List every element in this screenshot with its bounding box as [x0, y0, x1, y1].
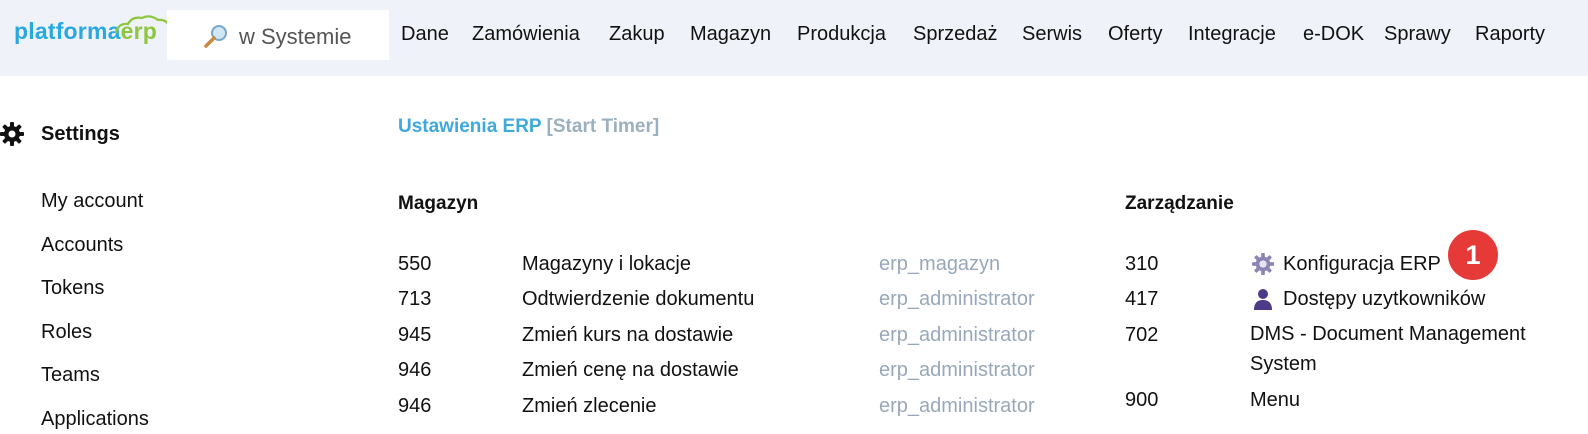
zarzadzanie-code: 900 — [1125, 389, 1159, 411]
magazyn-code: 945 — [398, 324, 432, 346]
nav-item-magazyn[interactable]: Magazyn — [690, 23, 771, 46]
magazyn-role: erp_administrator — [879, 324, 1035, 346]
sidebar-title: Settings — [41, 123, 120, 145]
sidebar-item-accounts[interactable]: Accounts — [41, 234, 123, 257]
nav-item-serwis[interactable]: Serwis — [1022, 23, 1082, 46]
magazyn-role: erp_administrator — [879, 395, 1035, 417]
gear-icon — [0, 122, 24, 151]
nav-item-zamowienia[interactable]: Zamówienia — [472, 23, 580, 46]
magazyn-code: 946 — [398, 395, 432, 417]
section-title-magazyn: Magazyn — [398, 193, 479, 214]
magazyn-role: erp_magazyn — [879, 253, 1001, 275]
search-placeholder: w Systemie — [239, 24, 352, 49]
nav-item-sprzedaz[interactable]: Sprzedaż — [913, 23, 998, 46]
magazyn-code: 550 — [398, 253, 432, 275]
magazyn-link[interactable]: Odtwierdzenie dokumentu — [522, 288, 754, 311]
sidebar-item-tokens[interactable]: Tokens — [41, 277, 104, 300]
nav-item-integracje[interactable]: Integracje — [1188, 23, 1276, 46]
magazyn-link[interactable]: Zmień zlecenie — [522, 395, 657, 418]
top-bar: platformaerp w Systemie Dane Zamówienia … — [0, 0, 1588, 76]
user-icon — [1252, 288, 1274, 315]
magnifier-icon — [203, 24, 229, 53]
step-badge: 1 — [1448, 230, 1498, 280]
magazyn-code: 713 — [398, 288, 432, 310]
nav-item-dane[interactable]: Dane — [401, 23, 449, 46]
zarzadzanie-code: 417 — [1125, 288, 1159, 310]
nav-item-raporty[interactable]: Raporty — [1475, 23, 1545, 46]
magazyn-link[interactable]: Zmień cenę na dostawie — [522, 359, 739, 382]
page-heading: Ustawienia ERP [Start Timer] — [398, 116, 659, 138]
nav-item-oferty[interactable]: Oferty — [1108, 23, 1162, 46]
sidebar-item-applications[interactable]: Applications — [41, 408, 149, 431]
cloud-icon — [114, 15, 172, 34]
nav-item-zakup[interactable]: Zakup — [609, 23, 665, 46]
konfiguracja-erp-link[interactable]: Konfiguracja ERP — [1283, 253, 1441, 276]
zarzadzanie-code: 702 — [1125, 324, 1159, 346]
logo-text-platforma: platforma — [14, 18, 121, 44]
magazyn-role: erp_administrator — [879, 359, 1035, 381]
search-box[interactable]: w Systemie — [167, 10, 389, 60]
magazyn-link[interactable]: Magazyny i lokacje — [522, 253, 691, 276]
sidebar-item-roles[interactable]: Roles — [41, 321, 92, 344]
dms-link[interactable]: DMS - Document Management System — [1250, 319, 1550, 379]
dostepy-uzytkownikow-link[interactable]: Dostępy uzytkowników — [1283, 288, 1485, 311]
gear-icon — [1252, 253, 1274, 280]
nav-item-edok[interactable]: e-DOK — [1303, 23, 1364, 46]
heading-link-ustawienia[interactable]: Ustawienia ERP — [398, 116, 541, 137]
menu-link[interactable]: Menu — [1250, 389, 1300, 412]
sidebar-item-my-account[interactable]: My account — [41, 190, 143, 213]
magazyn-role: erp_administrator — [879, 288, 1035, 310]
sidebar-item-teams[interactable]: Teams — [41, 364, 100, 387]
start-timer-link[interactable]: [Start Timer] — [547, 116, 660, 137]
zarzadzanie-code: 310 — [1125, 253, 1159, 275]
magazyn-code: 946 — [398, 359, 432, 381]
section-title-zarzadzanie: Zarządzanie — [1125, 193, 1234, 214]
nav-item-sprawy[interactable]: Sprawy — [1384, 23, 1451, 46]
magazyn-link[interactable]: Zmień kurs na dostawie — [522, 324, 733, 347]
nav-item-produkcja[interactable]: Produkcja — [797, 23, 886, 46]
logo[interactable]: platformaerp — [14, 15, 172, 54]
